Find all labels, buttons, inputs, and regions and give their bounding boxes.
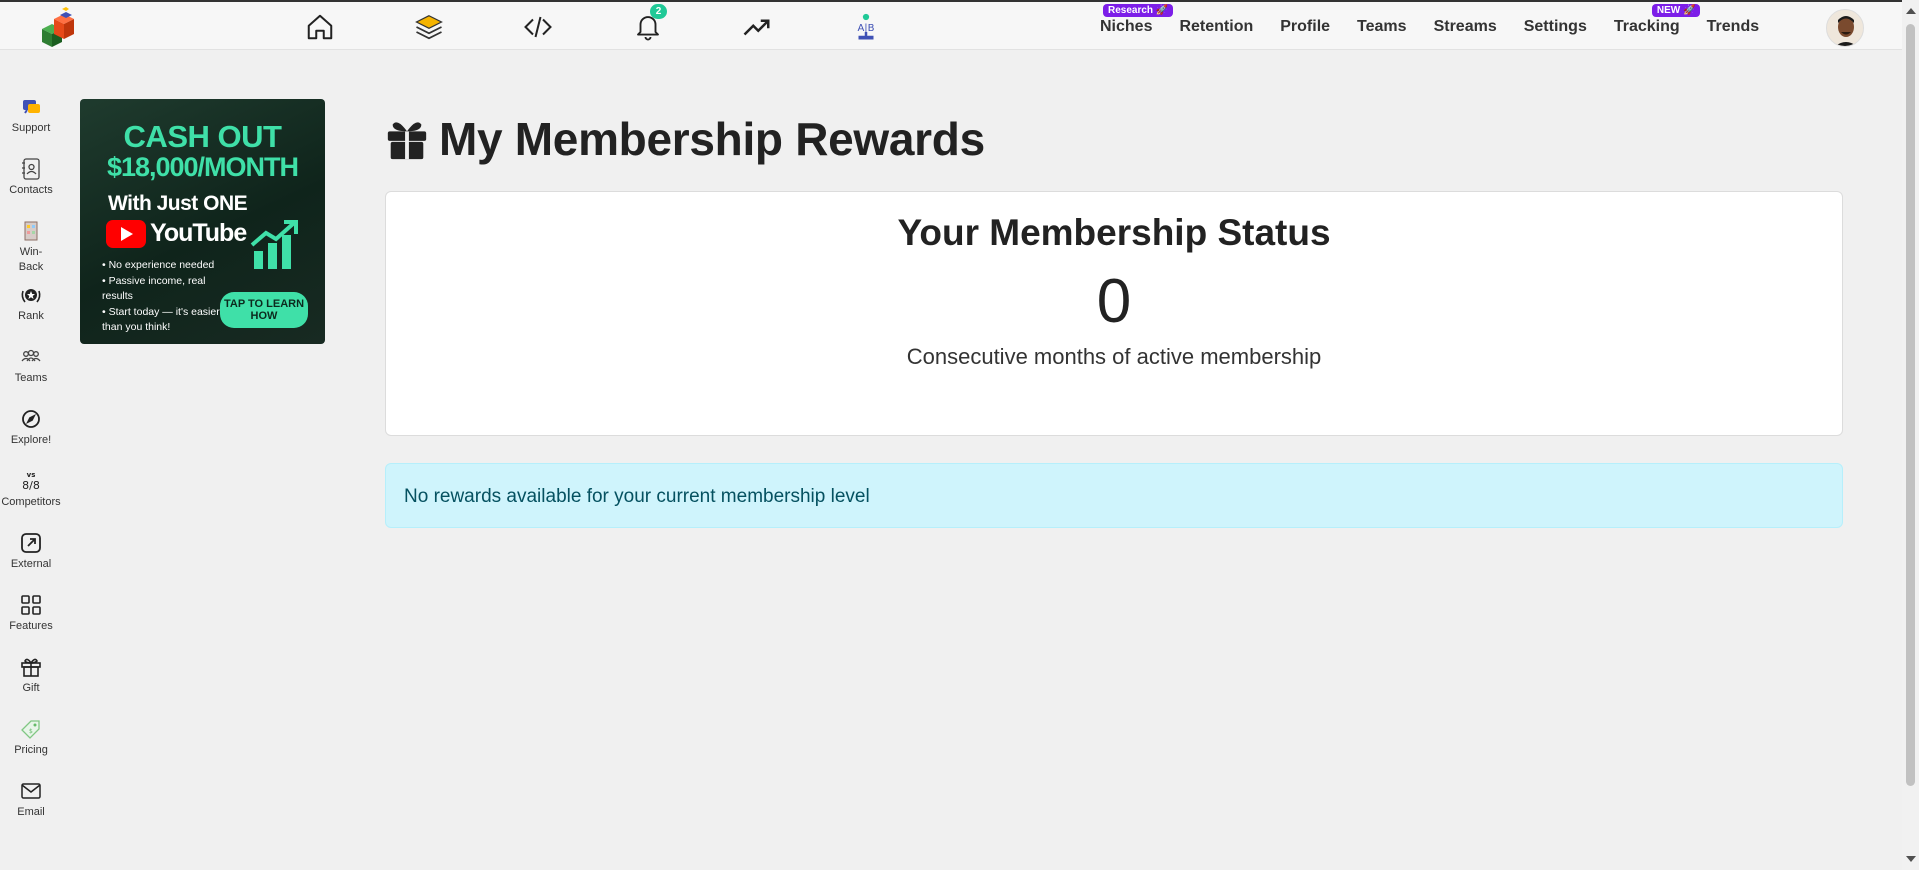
sidebar-label-competitors: Competitors <box>1 496 61 508</box>
nav-settings[interactable]: Settings <box>1524 18 1587 36</box>
nav-streams-label: Streams <box>1433 18 1497 35</box>
ad-cta-button[interactable]: TAP TO LEARN HOW <box>220 292 308 328</box>
nav-trends-label: Trends <box>1706 18 1760 35</box>
new-badge: NEW 🚀 <box>1651 4 1701 17</box>
sidebar-label-teams: Teams <box>14 372 48 384</box>
user-avatar[interactable] <box>1826 9 1864 47</box>
svg-text:8/8: 8/8 <box>22 479 40 492</box>
sidebar-item-external[interactable]: External <box>0 531 62 593</box>
nav-teams-label: Teams <box>1357 18 1407 35</box>
notifications-bell-icon[interactable]: 2 <box>632 4 667 43</box>
compass-icon <box>22 410 40 428</box>
nav-retention[interactable]: Retention <box>1179 18 1253 36</box>
sidebar-label-winback: Win- Back <box>18 246 44 273</box>
nav-retention-label: Retention <box>1179 18 1254 35</box>
page-title-text: My Membership Rewards <box>439 113 985 165</box>
scroll-thumb[interactable] <box>1906 24 1915 786</box>
nav-niches[interactable]: Research 🚀 Niches <box>1100 4 1174 36</box>
sidebar-label-pricing: Pricing <box>14 744 48 756</box>
rank-icon <box>21 289 41 303</box>
ad-bullets: No experience needed Passive income, rea… <box>102 258 232 336</box>
nav-settings-label: Settings <box>1523 18 1587 35</box>
page-scrollbar[interactable] <box>1902 0 1919 870</box>
sidebar-item-winback[interactable]: Win- Back <box>0 219 62 283</box>
research-badge: Research 🚀 <box>1103 4 1174 17</box>
left-sidebar: Support Contacts Win- Back Rank Teams Ex… <box>0 95 62 841</box>
external-link-icon <box>21 533 41 553</box>
sidebar-item-support[interactable]: Support <box>0 95 62 157</box>
youtube-brand: YouTube <box>106 219 247 248</box>
ad-headline-1: CASH OUT <box>123 119 282 154</box>
versus-icon: vs8/8 <box>22 471 40 492</box>
nav-profile-label: Profile <box>1280 18 1331 35</box>
nav-niches-label: Niches <box>1100 18 1153 35</box>
ad-bullet: Start today — it's easier than you think… <box>102 305 232 336</box>
sidebar-item-teams[interactable]: Teams <box>0 345 62 407</box>
app-logo[interactable] <box>38 5 80 49</box>
scroll-down-arrow-icon[interactable] <box>1906 856 1916 862</box>
sidebar-item-email[interactable]: Email <box>0 779 62 841</box>
membership-status-card: Your Membership Status 0 Consecutive mon… <box>385 191 1843 436</box>
page-title: My Membership Rewards <box>384 112 985 166</box>
teams-icon <box>21 349 41 362</box>
sidebar-item-rank[interactable]: Rank <box>0 283 62 345</box>
ad-headline-2: $18,000/MONTH <box>106 152 299 182</box>
sidebar-item-pricing[interactable]: $ Pricing <box>0 717 62 779</box>
trending-up-icon[interactable] <box>741 11 773 43</box>
nav-profile[interactable]: Profile <box>1280 18 1330 36</box>
code-icon[interactable] <box>522 11 554 43</box>
sidebar-label-email: Email <box>17 806 45 818</box>
youtube-logo-icon <box>106 219 146 248</box>
nav-teams[interactable]: Teams <box>1357 18 1407 36</box>
contacts-icon <box>22 158 40 180</box>
layers-icon[interactable] <box>413 11 445 43</box>
support-icon <box>23 100 40 114</box>
ad-bullet: Passive income, real results <box>102 274 232 305</box>
sidebar-item-competitors[interactable]: vs 8/8 Competitors <box>0 469 62 531</box>
membership-status-title: Your Membership Status <box>897 212 1331 253</box>
ad-bullet: No experience needed <box>102 258 232 274</box>
winback-icon <box>24 221 38 241</box>
nav-tracking-label: Tracking <box>1613 18 1680 35</box>
sidebar-item-explore[interactable]: Explore! <box>0 407 62 469</box>
sidebar-label-contacts: Contacts <box>9 184 53 196</box>
sidebar-label-gift: Gift <box>22 682 40 694</box>
membership-months-value: 0 <box>1096 267 1132 336</box>
price-tag-icon: $ <box>21 720 40 739</box>
svg-text:vs: vs <box>27 471 36 479</box>
sidebar-label-external: External <box>10 558 52 570</box>
nav-streams[interactable]: Streams <box>1434 18 1497 36</box>
no-rewards-alert: No rewards available for your current me… <box>385 463 1843 528</box>
youtube-brand-text: YouTube <box>150 219 247 247</box>
nav-tracking[interactable]: NEW 🚀 Tracking <box>1613 4 1701 36</box>
sidebar-label-explore: Explore! <box>10 434 52 446</box>
nav-trends[interactable]: Trends <box>1707 18 1759 36</box>
sidebar-label-support: Support <box>11 122 51 134</box>
gift-icon <box>387 122 427 160</box>
top-navbar: 2 A|B Research 🚀 Niches Retention Profil… <box>0 0 1902 50</box>
email-icon <box>21 783 41 799</box>
sidebar-item-features[interactable]: Features <box>0 593 62 655</box>
sidebar-label-rank: Rank <box>18 310 44 322</box>
ad-headline-3: With Just ONE <box>108 192 248 215</box>
scroll-up-arrow-icon[interactable] <box>1906 8 1916 14</box>
grid-icon <box>21 595 41 615</box>
ab-test-icon[interactable]: A|B <box>850 11 882 43</box>
membership-months-description: Consecutive months of active membership <box>906 344 1322 369</box>
sidebar-item-gift[interactable]: Gift <box>0 655 62 717</box>
notification-count-badge: 2 <box>650 4 667 19</box>
svg-text:$: $ <box>29 728 33 735</box>
sidebar-item-contacts[interactable]: Contacts <box>0 157 62 219</box>
growth-chart-icon <box>250 220 298 269</box>
promo-ad-banner[interactable]: CASH OUT $18,000/MONTH With Just ONE You… <box>80 99 325 344</box>
gift-icon <box>21 658 41 677</box>
home-icon[interactable] <box>304 11 336 43</box>
top-nav-links: Research 🚀 Niches Retention Profile Team… <box>1100 2 1786 52</box>
sidebar-label-features: Features <box>9 620 53 632</box>
